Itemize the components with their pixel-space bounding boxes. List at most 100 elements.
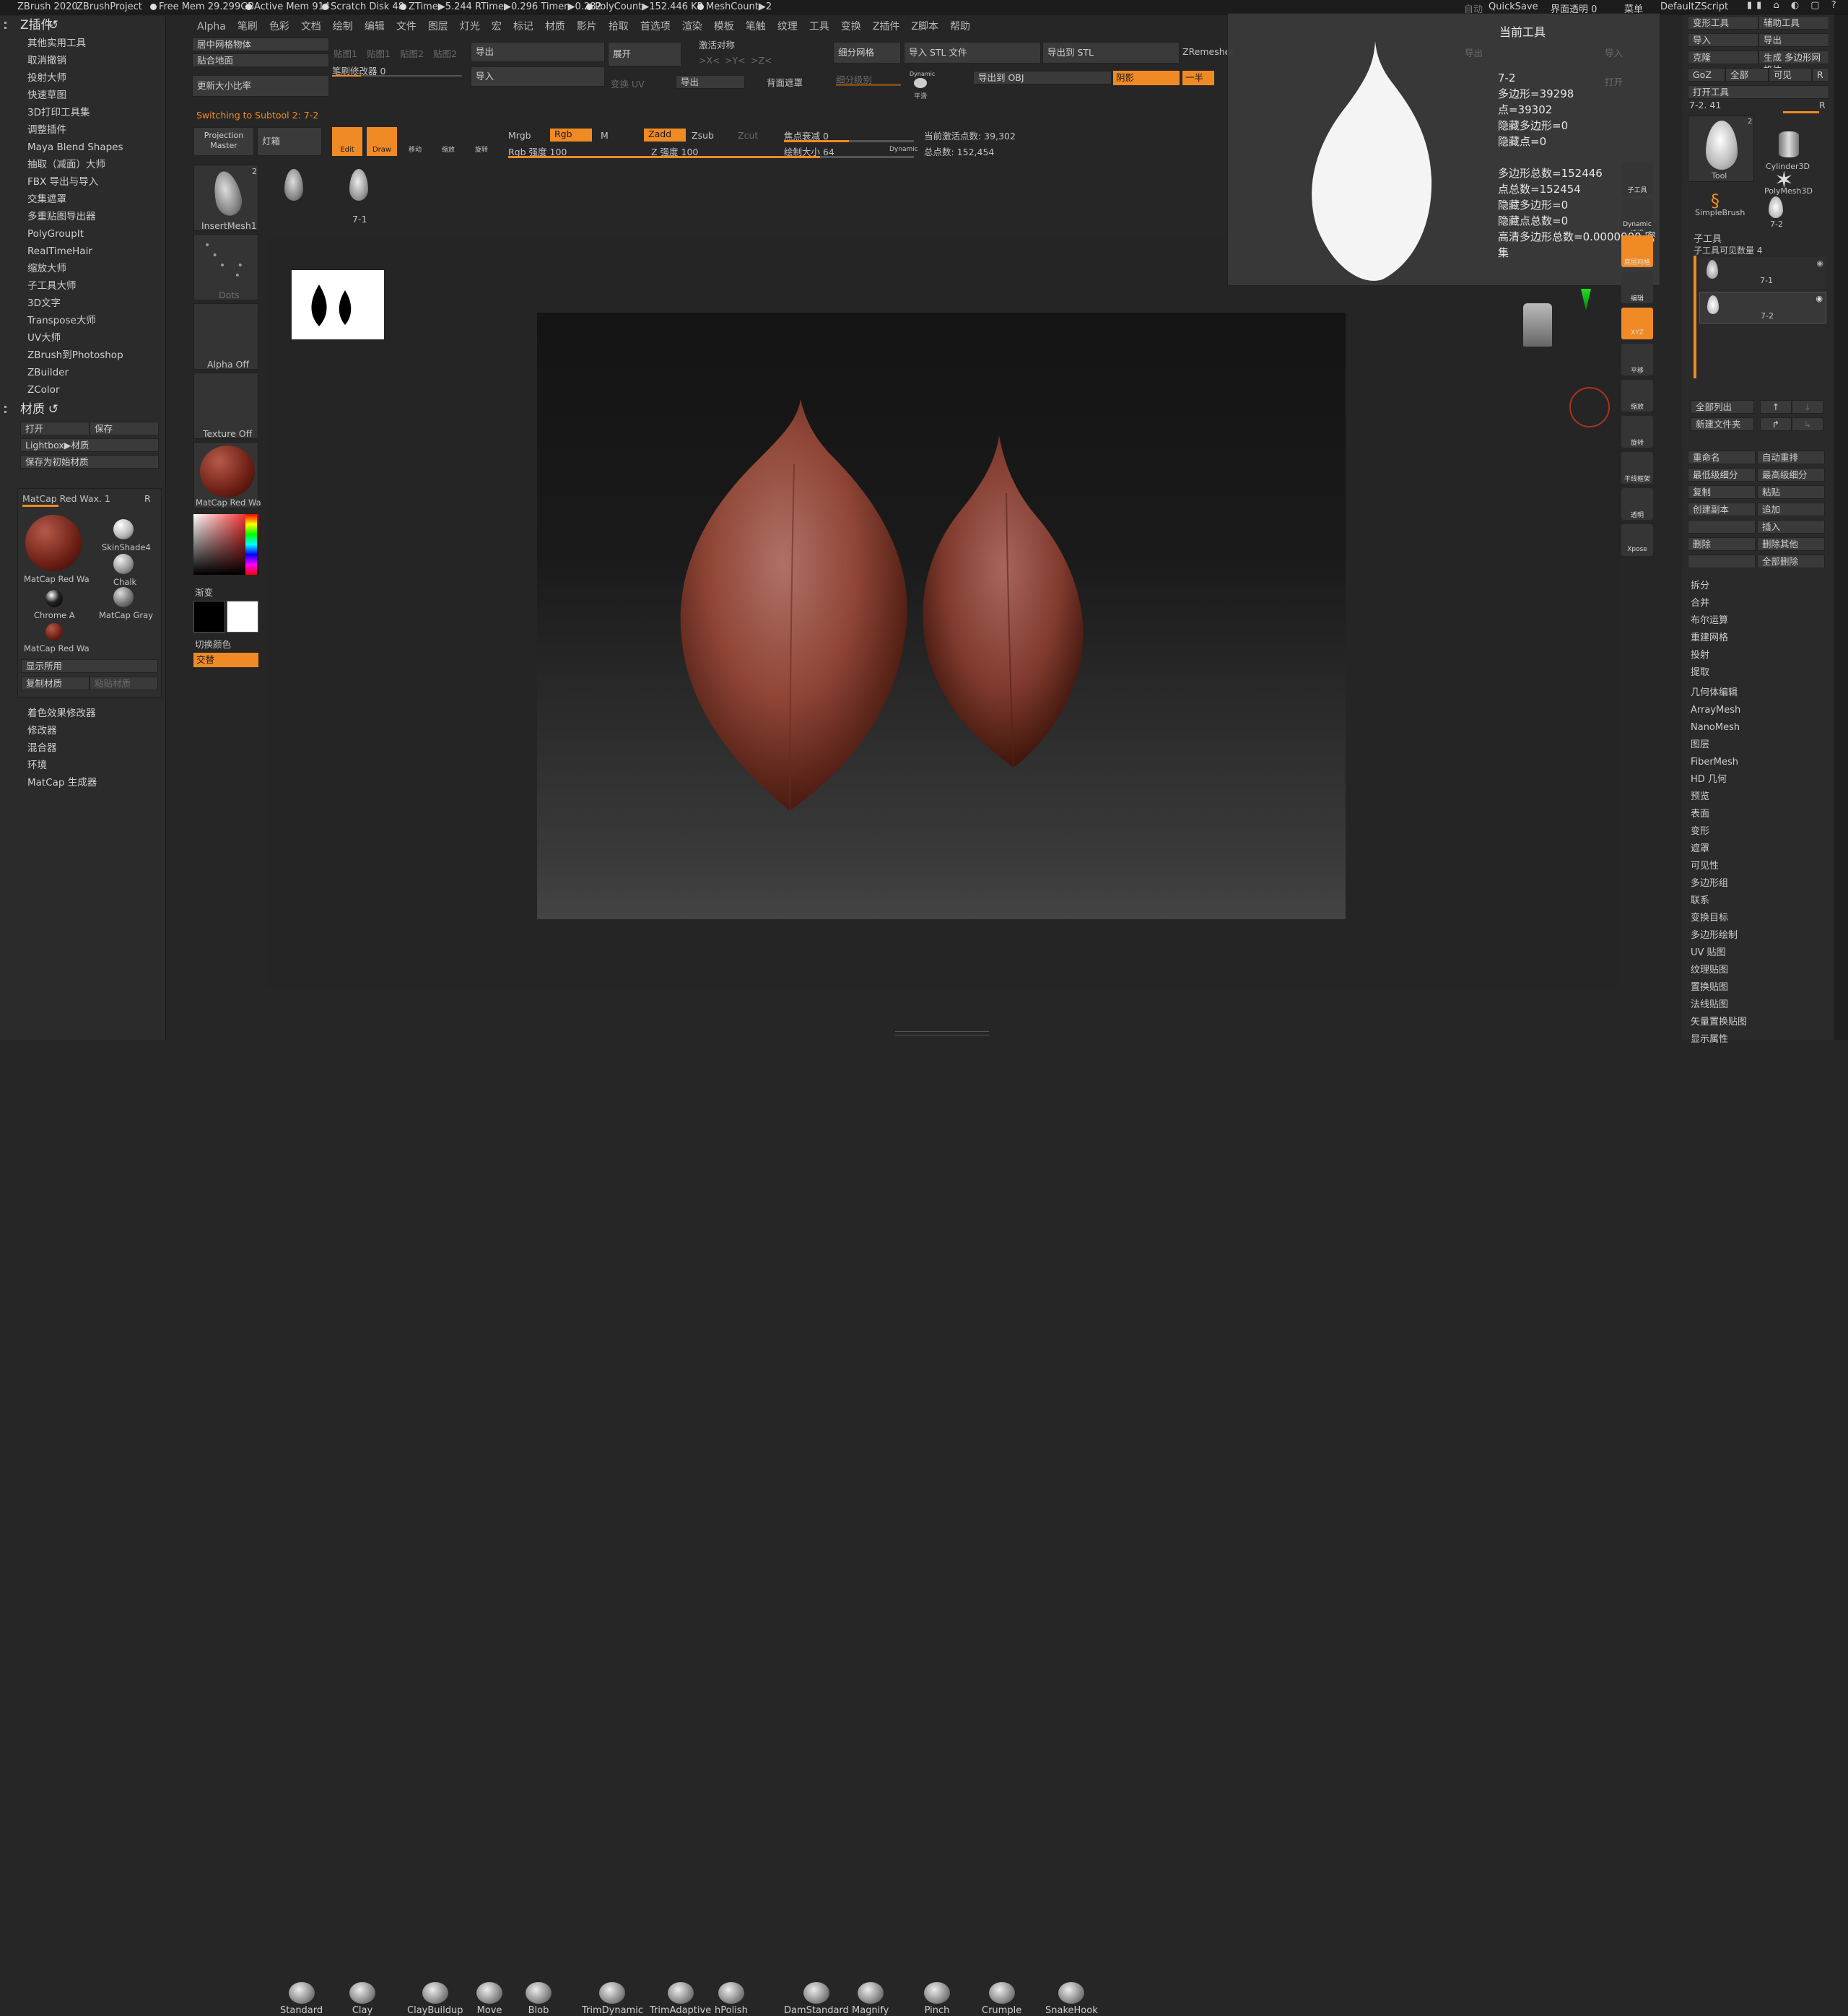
unfold-button[interactable]: 展开 xyxy=(608,42,681,66)
menu-item[interactable]: 渲染 xyxy=(676,16,708,36)
menu-item[interactable]: 文档 xyxy=(295,16,327,36)
plugin-item[interactable]: 子工具大师 xyxy=(0,277,165,295)
center-mesh-button[interactable]: 居中网格物体 xyxy=(192,38,329,51)
brush-button[interactable]: Move xyxy=(476,1982,502,2016)
map2b-button[interactable]: 贴图2 xyxy=(433,46,457,60)
subtool-scrollbar[interactable] xyxy=(1694,256,1696,378)
secondary-color-swatch[interactable] xyxy=(227,601,258,633)
menu-item[interactable]: 文件 xyxy=(391,16,422,36)
subtool-action-item[interactable]: 合并 xyxy=(1688,595,1832,612)
cylinder-icon[interactable] xyxy=(1779,131,1799,157)
menu-item[interactable]: 影片 xyxy=(571,16,603,36)
new-folder-button[interactable]: 新建文件夹 xyxy=(1691,417,1754,431)
brush-button[interactable]: Clay xyxy=(349,1982,375,2016)
menu-item[interactable]: Z插件 xyxy=(867,16,906,36)
menu-item[interactable]: 帮助 xyxy=(944,16,976,36)
menu-item[interactable]: 变换 xyxy=(835,16,867,36)
brush-button[interactable]: TrimDynamic xyxy=(582,1982,643,2016)
insert-mesh-brush[interactable]: InsertMesh1 2 xyxy=(193,165,258,231)
tool-subpalette-item[interactable]: 联系 xyxy=(1688,892,1832,910)
plugin-item[interactable]: ZColor xyxy=(0,381,165,399)
tool-subpalette-item[interactable]: 变换目标 xyxy=(1688,910,1832,927)
plugin-item[interactable]: 缩放大师 xyxy=(0,260,165,277)
save-button[interactable]: 保存 xyxy=(90,422,159,435)
tool-menu-button[interactable]: 导出 xyxy=(1758,33,1829,47)
eye-icon[interactable]: ◉ xyxy=(1816,294,1823,303)
subtool-action-item[interactable]: 投射 xyxy=(1688,647,1832,664)
stroke-dots[interactable]: • • • • • Dots xyxy=(193,234,258,300)
tool-menu-button[interactable]: 可见 xyxy=(1769,68,1812,82)
zremesher-button[interactable]: ZRemesher xyxy=(1182,46,1234,57)
brush-button[interactable]: Crumple xyxy=(982,1982,1021,2016)
refresh-icon[interactable]: ↺ xyxy=(48,16,58,35)
arrow-down-icon[interactable]: ↓ xyxy=(1792,400,1823,414)
tool-subpalette-item[interactable]: 矢量置换贴图 xyxy=(1688,1014,1832,1031)
plugin-item[interactable]: 取消撤销 xyxy=(0,52,165,69)
tool-subpalette-item[interactable]: 显示属性 xyxy=(1688,1031,1832,1048)
material-red-wax-small-swatch[interactable] xyxy=(45,623,63,640)
tool-subpalette-item[interactable]: UV 贴图 xyxy=(1688,944,1832,962)
primary-color-swatch[interactable] xyxy=(193,601,225,633)
leaf-icon[interactable] xyxy=(1769,196,1783,218)
m-button[interactable]: M xyxy=(601,130,609,141)
tool-subpalette-item[interactable]: ArrayMesh xyxy=(1688,702,1832,719)
map2-button[interactable]: 贴图2 xyxy=(400,46,424,60)
material-chrome-swatch[interactable] xyxy=(45,590,63,607)
plugin-item[interactable]: 其他实用工具 xyxy=(0,35,165,52)
material-subsection[interactable]: 着色效果修改器 xyxy=(0,705,166,722)
material-skinshade-swatch[interactable] xyxy=(113,519,134,539)
brush-button[interactable]: ClayBuildup xyxy=(407,1982,463,2016)
menu-item[interactable]: 灯光 xyxy=(454,16,486,36)
tool-menu-button[interactable]: 辅助工具 xyxy=(1758,16,1829,30)
tool-subpalette-item[interactable]: 置换贴图 xyxy=(1688,979,1832,996)
plugin-item[interactable]: 快速草图 xyxy=(0,87,165,104)
rgb-button[interactable]: Rgb xyxy=(550,129,592,142)
tool-subpalette-item[interactable]: 表面 xyxy=(1688,806,1832,823)
tool-subpalette-item[interactable]: FiberMesh xyxy=(1688,754,1832,771)
tool-subpalette-item[interactable]: HD 几何 xyxy=(1688,771,1832,788)
tool-subpalette-item[interactable]: 法线贴图 xyxy=(1688,996,1832,1014)
subtool-action-button[interactable]: 自动重排 xyxy=(1757,451,1825,464)
zsub-button[interactable]: Zsub xyxy=(692,130,714,141)
alpha-slot[interactable]: Alpha Off xyxy=(193,303,258,370)
tool-subpalette-item[interactable]: NanoMesh xyxy=(1688,719,1832,737)
tool-subpalette-item[interactable]: 多边形绘制 xyxy=(1688,927,1832,944)
menu-item[interactable]: 拾取 xyxy=(603,16,635,36)
material-subsection[interactable]: 环境 xyxy=(0,757,166,774)
tool-menu-button[interactable]: 生成 多边形网格体 xyxy=(1758,51,1829,75)
return-arrow-icon[interactable]: ↳ xyxy=(1792,417,1823,431)
export2-button[interactable]: 导出 xyxy=(676,75,745,89)
gyro-ring-icon[interactable] xyxy=(1569,387,1610,427)
subtool-item[interactable]: 7-1 ◉ xyxy=(1699,257,1826,289)
brush-button[interactable]: Pinch xyxy=(924,1982,950,2016)
subtool-action-item[interactable]: 拆分 xyxy=(1688,578,1832,595)
menu-item[interactable]: 色彩 xyxy=(263,16,295,36)
tool-subpalette-item[interactable]: 遮罩 xyxy=(1688,840,1832,858)
backface-mask-button[interactable]: 背面遮罩 xyxy=(767,75,803,89)
arrow-up-icon[interactable]: ↑ xyxy=(1760,400,1792,414)
subtool-header[interactable]: 子工具 xyxy=(1694,231,1722,245)
plugin-item[interactable]: UV大师 xyxy=(0,329,165,347)
hue-strip[interactable] xyxy=(245,514,257,575)
lightbox-material-button[interactable]: Lightbox▶材质 xyxy=(20,438,159,452)
show-used-button[interactable]: 显示所用 xyxy=(21,659,158,673)
projection-master-button[interactable]: Projection Master xyxy=(193,127,254,156)
plugin-item[interactable]: PolyGroupIt xyxy=(0,225,165,243)
material-header[interactable]: 材质 ↺ xyxy=(0,400,165,419)
brush-button[interactable]: TrimAdaptive xyxy=(650,1982,711,2016)
menu-item[interactable]: 标记 xyxy=(507,16,539,36)
plugin-item[interactable]: 抽取（减面）大师 xyxy=(0,156,165,173)
menu-item[interactable]: 笔触 xyxy=(740,16,772,36)
view-tool-button[interactable]: Xpose xyxy=(1621,524,1653,556)
subtool-action-button[interactable]: 复制 xyxy=(1688,485,1756,499)
brush-button[interactable]: hPolish xyxy=(715,1982,748,2016)
copy-material-button[interactable]: 复制材质 xyxy=(21,677,90,690)
tool-subpalette-item[interactable]: 图层 xyxy=(1688,737,1832,754)
z-intensity-slider[interactable]: Z 强度 100 xyxy=(651,144,698,158)
plugin-item[interactable]: ZBuilder xyxy=(0,364,165,381)
view-tool-button[interactable]: 透明 xyxy=(1621,488,1653,520)
morph-uv-button[interactable]: 变换 UV xyxy=(611,77,645,90)
r-button[interactable]: R xyxy=(144,493,151,504)
menu-item[interactable]: 首选项 xyxy=(635,16,676,36)
tool-subpalette-item[interactable]: 多边形组 xyxy=(1688,875,1832,892)
